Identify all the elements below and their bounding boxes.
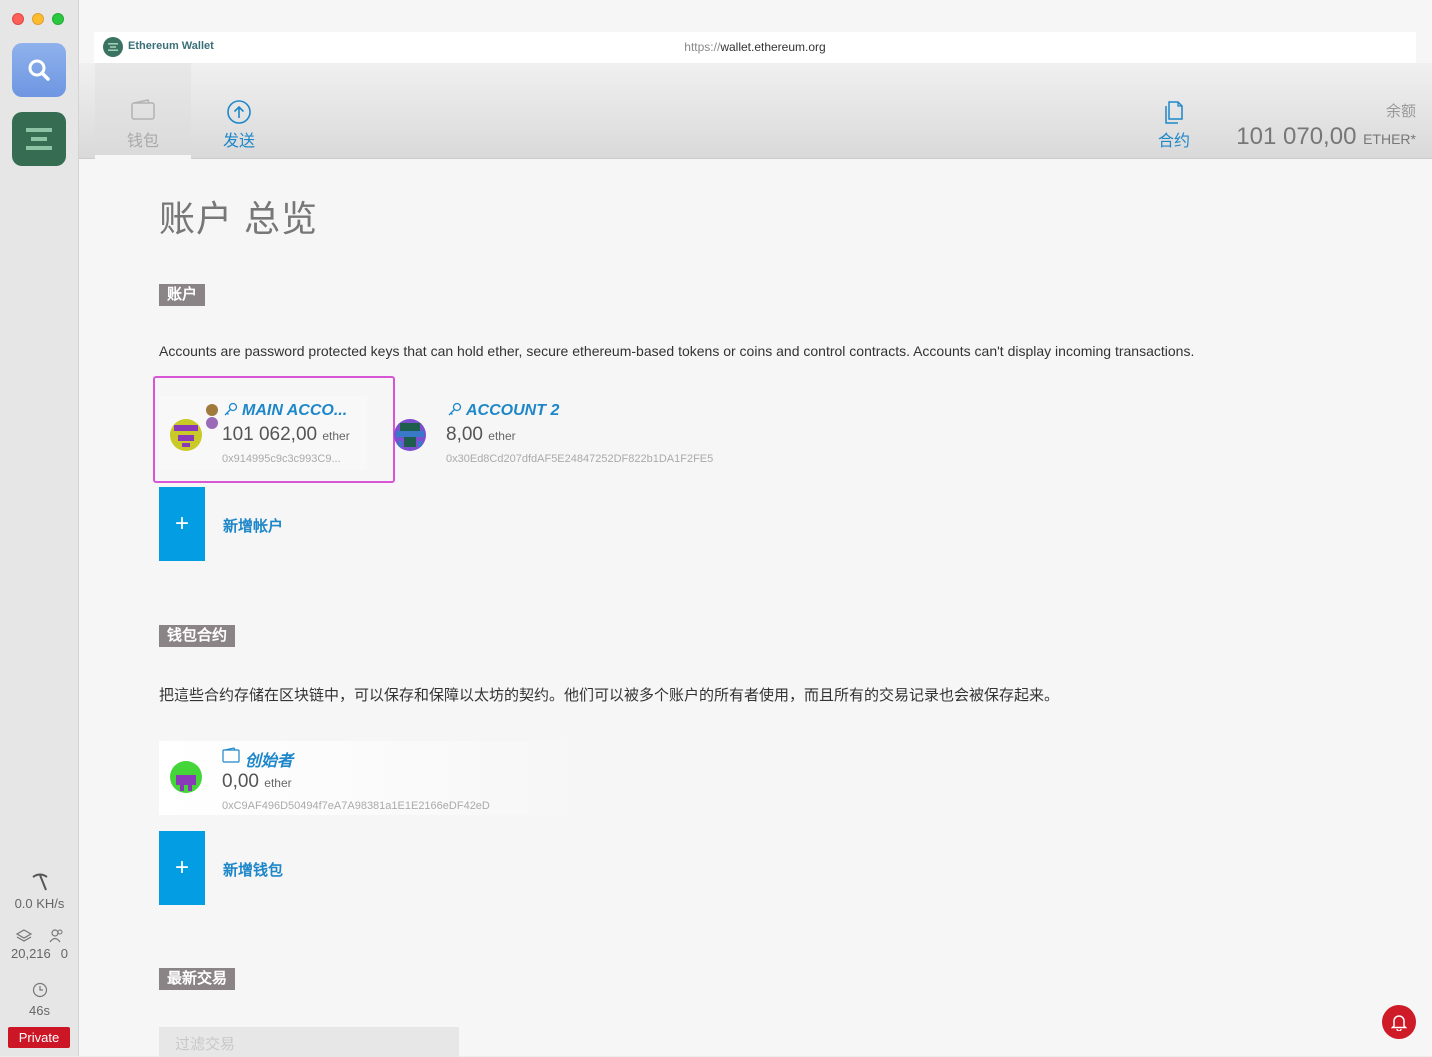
- wallet-icon: [222, 747, 240, 763]
- tab-wallet[interactable]: 钱包: [95, 63, 191, 159]
- add-account-label[interactable]: 新增帐户: [223, 515, 283, 536]
- search-icon: [28, 59, 50, 81]
- network-badge: Private: [8, 1027, 70, 1048]
- contract-address: 0xC9AF496D50494f7eA7A98381a1E1E2166eDF42…: [222, 800, 490, 812]
- window-controls: [12, 13, 64, 25]
- account-name: ACCOUNT 2: [466, 402, 560, 419]
- account-balance-value: 8,00: [446, 424, 483, 445]
- clock-icon: [32, 982, 47, 998]
- wallet-header: 钱包 发送 合约 余额 101 070,00 ETHER*: [79, 63, 1432, 159]
- contract-name: 创始者: [245, 753, 294, 770]
- url-bar[interactable]: Ethereum Wallet https://wallet.ethereum.…: [94, 32, 1416, 63]
- add-account-button[interactable]: +: [159, 487, 205, 561]
- account-card-2[interactable]: ACCOUNT 2 8,00 ether 0x30Ed8Cd207dfdAF5E…: [391, 396, 721, 470]
- key-icon: [448, 402, 462, 416]
- account-identicon: [394, 419, 426, 451]
- page-title: 账户 总览: [159, 198, 319, 239]
- block-number-text: 20,216: [11, 946, 51, 961]
- tab-send[interactable]: 发送: [191, 63, 287, 159]
- contract-balance: 0,00 ether: [222, 771, 292, 793]
- close-window-button[interactable]: [12, 13, 24, 25]
- pickaxe-icon: [31, 873, 48, 891]
- peer-count-text: 0: [60, 946, 68, 961]
- wallet-app-icon: [26, 128, 52, 150]
- layers-icon: [15, 929, 32, 942]
- wallet-contracts-description: 把這些合约存储在区块链中，可以保存和保障以太坊的契约。他们可以被多个账户的所有者…: [159, 687, 1060, 704]
- minimize-window-button[interactable]: [32, 13, 44, 25]
- account-balance-unit: ether: [488, 429, 516, 443]
- contract-balance-value: 0,00: [222, 771, 259, 792]
- url-protocol: https://: [684, 40, 721, 54]
- transactions-section-tag: 最新交易: [159, 968, 236, 990]
- mist-sidebar: 0.0 KH/s 20,216 0 46s Private: [0, 0, 79, 1056]
- accounts-description: Accounts are password protected keys tha…: [159, 343, 1195, 359]
- total-balance: 101 070,00 ETHER*: [1236, 123, 1416, 151]
- hashrate-text: 0.0 KH/s: [14, 896, 65, 911]
- account-balance: 8,00 ether: [446, 424, 516, 446]
- bell-icon: [1390, 1015, 1408, 1031]
- wallet-app-button[interactable]: [12, 112, 66, 166]
- active-tab-indicator: [95, 155, 191, 159]
- documents-icon: [1165, 101, 1183, 124]
- arrow-up-circle-icon: [227, 100, 251, 124]
- notifications-button[interactable]: [1382, 1005, 1416, 1039]
- tab-contracts-label: 合约: [1157, 133, 1190, 150]
- wallet-contract-card[interactable]: 创始者 0,00 ether 0xC9AF496D50494f7eA7A9838…: [159, 741, 589, 815]
- selection-highlight: [153, 376, 395, 483]
- add-wallet-label[interactable]: 新增钱包: [223, 859, 283, 880]
- total-balance-unit: ETHER*: [1363, 131, 1416, 147]
- tab-wallet-label: 钱包: [126, 133, 159, 150]
- browse-search-button[interactable]: [12, 43, 66, 97]
- account-address: 0x30Ed8Cd207dfdAF5E24847252DF822b1DA1F2F…: [446, 453, 714, 465]
- add-wallet-button[interactable]: +: [159, 831, 205, 905]
- total-balance-label: 余额: [1385, 103, 1416, 120]
- url-host: wallet.ethereum.org: [720, 40, 826, 54]
- accounts-section-tag: 账户: [159, 284, 206, 306]
- contract-balance-unit: ether: [264, 776, 292, 790]
- mining-stat: 0.0 KH/s: [0, 872, 79, 911]
- url-text: https://wallet.ethereum.org: [94, 40, 1416, 54]
- tab-contracts[interactable]: 合约: [1126, 63, 1222, 159]
- tab-send-label: 发送: [222, 133, 255, 150]
- filter-transactions-input[interactable]: 过滤交易: [159, 1027, 459, 1057]
- contract-identicon: [170, 761, 202, 793]
- maximize-window-button[interactable]: [52, 13, 64, 25]
- wallet-icon: [131, 99, 155, 120]
- peers-icon: [49, 929, 62, 943]
- block-time-stat: 46s: [0, 982, 79, 1018]
- last-block-time-text: 46s: [29, 1003, 50, 1018]
- wallet-window: Ethereum Wallet https://wallet.ethereum.…: [79, 0, 1432, 1057]
- block-peer-stat: 20,216 0: [0, 928, 79, 961]
- total-balance-value: 101 070,00: [1236, 123, 1357, 150]
- wallet-contracts-section-tag: 钱包合约: [159, 625, 236, 647]
